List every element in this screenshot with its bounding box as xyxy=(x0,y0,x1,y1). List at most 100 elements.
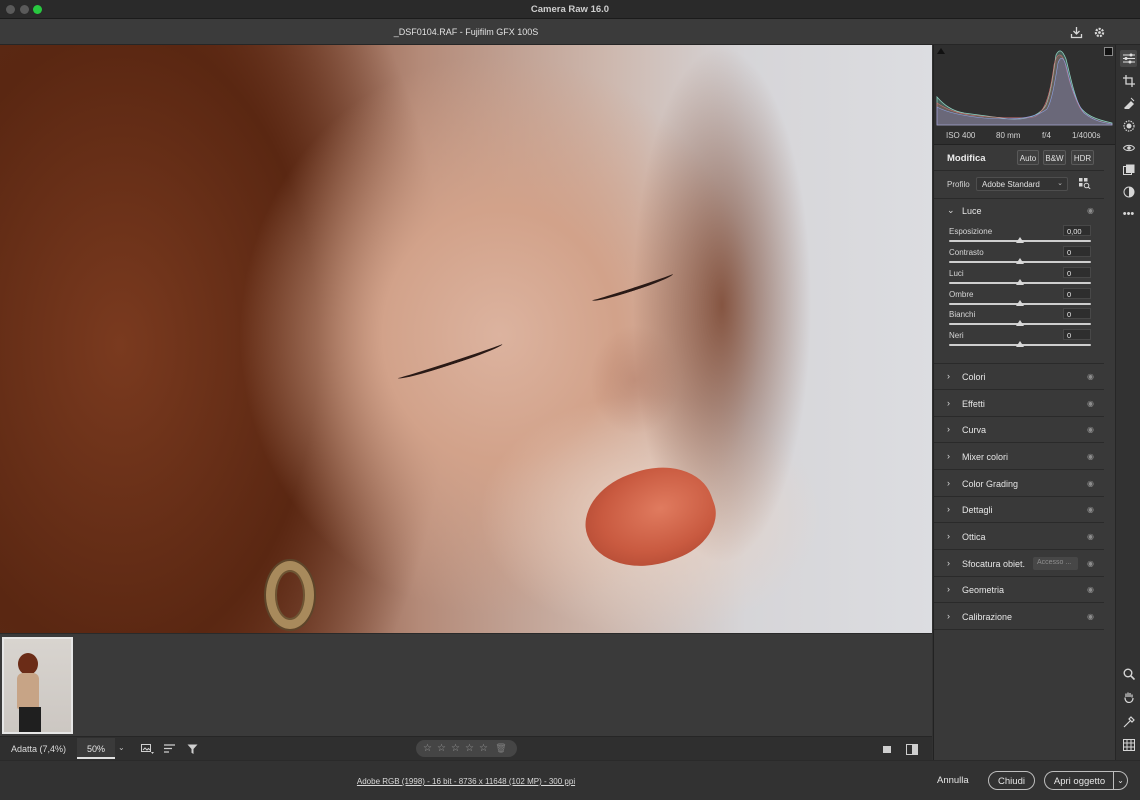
section-ottica[interactable]: › Ottica ◉ xyxy=(934,524,1104,550)
zoom-fit-button[interactable]: Adatta (7,4%) xyxy=(11,744,66,754)
crop-icon[interactable] xyxy=(1120,72,1137,89)
section-luce[interactable]: ⌄ Luce ◉ xyxy=(934,198,1104,224)
eye-icon[interactable]: ◉ xyxy=(1087,585,1094,594)
star-3[interactable]: ☆ xyxy=(450,743,461,754)
zoom-tool-icon[interactable] xyxy=(1120,665,1137,682)
gear-icon[interactable] xyxy=(1091,24,1107,40)
profile-value: Adobe Standard xyxy=(982,180,1040,189)
filter-icon[interactable] xyxy=(186,742,200,756)
slider-thumb[interactable] xyxy=(1016,258,1024,264)
photo-preview[interactable] xyxy=(0,45,932,633)
bw-button[interactable]: B&W xyxy=(1043,150,1066,165)
zoom-percent-button[interactable]: 50% xyxy=(77,738,115,759)
slider-thumb[interactable] xyxy=(1016,300,1024,306)
workflow-options-link[interactable]: Adobe RGB (1998) - 16 bit - 8736 x 11648… xyxy=(0,777,932,786)
eye-icon[interactable]: ◉ xyxy=(1087,206,1094,215)
chevron-right-icon: › xyxy=(947,451,950,461)
close-button[interactable]: Chiudi xyxy=(988,771,1035,790)
eye-icon[interactable]: ◉ xyxy=(1087,505,1094,514)
slider-label: Neri xyxy=(949,331,964,340)
sort-icon[interactable] xyxy=(163,742,177,756)
slider-thumb[interactable] xyxy=(1016,237,1024,243)
chevron-right-icon: › xyxy=(947,558,950,568)
presets-icon[interactable] xyxy=(1120,161,1137,178)
section-effetti[interactable]: › Effetti ◉ xyxy=(934,391,1104,417)
slider-exposure: Esposizione 0,00 xyxy=(934,225,1104,247)
hdr-button[interactable]: HDR xyxy=(1071,150,1094,165)
healing-brush-icon[interactable] xyxy=(1120,94,1137,111)
open-object-button[interactable]: Apri oggetto xyxy=(1044,771,1114,790)
slider-label: Esposizione xyxy=(949,227,993,236)
color-sampler-icon[interactable] xyxy=(1120,713,1137,730)
slider-label: Ombre xyxy=(949,290,974,299)
star-1[interactable]: ☆ xyxy=(422,743,433,754)
open-options-dropdown[interactable]: ⌄ xyxy=(1113,771,1128,790)
more-icon[interactable]: ••• xyxy=(1120,205,1137,222)
eye-icon[interactable]: ◉ xyxy=(1087,612,1094,621)
chevron-right-icon: › xyxy=(947,531,950,541)
chevron-right-icon: › xyxy=(947,398,950,408)
slider-value-input[interactable]: 0 xyxy=(1063,308,1091,319)
eye-icon[interactable]: ◉ xyxy=(1087,372,1094,381)
photo-eye-left xyxy=(396,340,504,382)
slider-value-input[interactable]: 0 xyxy=(1063,267,1091,278)
chevron-right-icon: › xyxy=(947,584,950,594)
slider-value-input[interactable]: 0,00 xyxy=(1063,225,1091,236)
section-label: Dettagli xyxy=(962,505,993,515)
zoom-dropdown-icon[interactable]: ⌄ xyxy=(118,743,125,752)
hand-tool-icon[interactable] xyxy=(1120,688,1137,705)
eye-icon[interactable]: ◉ xyxy=(1087,479,1094,488)
filmstrip-view-icon[interactable] xyxy=(140,742,154,756)
chevron-down-icon: ⌄ xyxy=(1057,180,1063,187)
chevron-right-icon: › xyxy=(947,371,950,381)
slider-value-input[interactable]: 0 xyxy=(1063,329,1091,340)
section-geometria[interactable]: › Geometria ◉ xyxy=(934,577,1104,603)
cancel-button[interactable]: Annulla xyxy=(937,775,969,786)
thumbnail-figure-body xyxy=(17,673,39,709)
edit-sliders-icon[interactable] xyxy=(1120,50,1137,67)
section-dettagli[interactable]: › Dettagli ◉ xyxy=(934,497,1104,523)
eye-icon[interactable]: ◉ xyxy=(1087,559,1094,568)
slider-thumb[interactable] xyxy=(1016,279,1024,285)
profile-browser-icon[interactable] xyxy=(1079,178,1093,191)
star-2[interactable]: ☆ xyxy=(436,743,447,754)
section-color-grading[interactable]: › Color Grading ◉ xyxy=(934,471,1104,497)
eye-icon[interactable]: ◉ xyxy=(1087,532,1094,541)
exif-aperture: f/4 xyxy=(1042,131,1051,140)
slider-contrast: Contrasto 0 xyxy=(934,246,1104,268)
section-label: Calibrazione xyxy=(962,612,1013,622)
star-rating: ☆ ☆ ☆ ☆ ☆ 🗑 xyxy=(416,740,517,757)
section-colori[interactable]: › Colori ◉ xyxy=(934,364,1104,390)
eye-icon[interactable]: ◉ xyxy=(1087,425,1094,434)
slider-thumb[interactable] xyxy=(1016,341,1024,347)
star-4[interactable]: ☆ xyxy=(464,743,475,754)
before-after-icon[interactable] xyxy=(905,742,919,756)
slider-thumb[interactable] xyxy=(1016,320,1024,326)
trash-icon[interactable]: 🗑 xyxy=(495,743,507,754)
section-curva[interactable]: › Curva ◉ xyxy=(934,417,1104,443)
star-5[interactable]: ☆ xyxy=(478,743,489,754)
section-label: Sfocatura obiet. xyxy=(962,559,1026,569)
masking-icon[interactable] xyxy=(1120,117,1137,134)
tool-rail: ••• xyxy=(1115,45,1140,760)
chevron-down-icon: ⌄ xyxy=(947,205,955,215)
slider-value-input[interactable]: 0 xyxy=(1063,288,1091,299)
section-mixer-colori[interactable]: › Mixer colori ◉ xyxy=(934,444,1104,470)
thumbnail-figure-legs xyxy=(19,707,41,732)
section-calibrazione[interactable]: › Calibrazione ◉ xyxy=(934,604,1104,630)
chevron-right-icon: › xyxy=(947,424,950,434)
snapshots-icon[interactable] xyxy=(1120,183,1137,200)
auto-button[interactable]: Auto xyxy=(1017,150,1039,165)
section-label: Color Grading xyxy=(962,479,1019,489)
filmstrip-thumbnail[interactable] xyxy=(2,637,73,734)
single-view-icon[interactable] xyxy=(880,742,894,756)
profile-select[interactable]: Adobe Standard ⌄ xyxy=(976,177,1068,191)
section-label: Curva xyxy=(962,425,987,435)
red-eye-icon[interactable] xyxy=(1120,139,1137,156)
grid-overlay-icon[interactable] xyxy=(1120,736,1137,753)
save-icon[interactable] xyxy=(1068,24,1084,40)
section-sfocatura[interactable]: › Sfocatura obiet. Accesso ... ◉ xyxy=(934,551,1104,577)
eye-icon[interactable]: ◉ xyxy=(1087,452,1094,461)
slider-value-input[interactable]: 0 xyxy=(1063,246,1091,257)
eye-icon[interactable]: ◉ xyxy=(1087,399,1094,408)
